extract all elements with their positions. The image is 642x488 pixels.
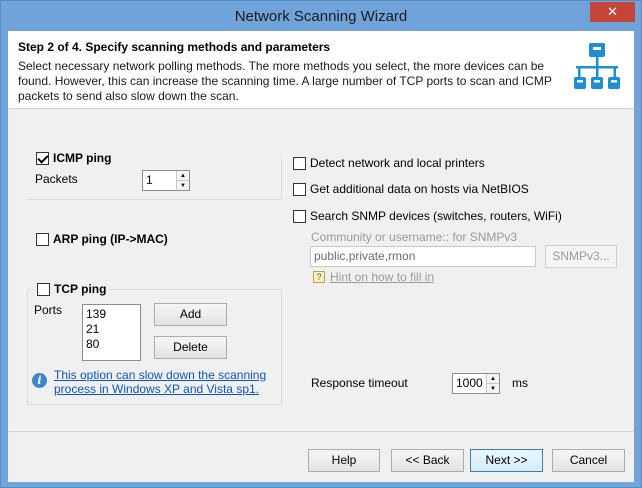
arp-ping-checkbox[interactable]: ARP ping (IP->MAC) [36, 232, 168, 246]
snmp-box[interactable] [293, 209, 306, 223]
snmp-checkbox[interactable]: Search SNMP devices (switches, routers, … [293, 209, 562, 223]
tcp-ping-label: TCP ping [54, 282, 107, 296]
wizard-window: Network Scanning Wizard ✕ Step 2 of 4. S… [0, 0, 642, 488]
tcp-ping-checkbox[interactable]: TCP ping [34, 282, 110, 296]
hint-icon: ? [313, 271, 325, 283]
tcp-checkbox-box[interactable] [37, 282, 50, 296]
wizard-header: Step 2 of 4. Specify scanning methods an… [8, 31, 634, 109]
community-label: Community or username:: for SNMPv3 [311, 230, 518, 244]
hint-link[interactable]: Hint on how to fill in [330, 270, 434, 284]
packets-label: Packets [35, 172, 78, 186]
timeout-spinner[interactable]: 1000 ▲ ▼ [452, 373, 500, 394]
netbios-label: Get additional data on hosts via NetBIOS [310, 182, 529, 196]
add-port-button[interactable]: Add [154, 303, 227, 326]
spin-up-icon[interactable]: ▲ [177, 171, 189, 180]
wizard-footer: Help << Back Next >> Cancel [8, 431, 634, 482]
wizard-client-area: Step 2 of 4. Specify scanning methods an… [8, 31, 634, 482]
timeout-unit: ms [512, 376, 528, 390]
packets-value[interactable]: 1 [143, 171, 176, 190]
port-item[interactable]: 21 [86, 322, 137, 337]
close-button[interactable]: ✕ [590, 2, 635, 22]
icmp-ping-label: ICMP ping [53, 151, 112, 165]
scan-warning-link[interactable]: This option can slow down the scanning p… [54, 368, 274, 396]
community-input[interactable]: public,private,rmon [310, 246, 536, 267]
next-button[interactable]: Next >> [470, 449, 543, 472]
detect-printers-box[interactable] [293, 156, 306, 170]
step-title: Step 2 of 4. Specify scanning methods an… [18, 40, 331, 54]
netbios-checkbox[interactable]: Get additional data on hosts via NetBIOS [293, 182, 529, 196]
window-title: Network Scanning Wizard [234, 8, 408, 25]
response-timeout-label: Response timeout [311, 376, 408, 390]
cancel-button[interactable]: Cancel [552, 449, 625, 472]
timeout-value[interactable]: 1000 [453, 374, 486, 393]
title-bar[interactable]: Network Scanning Wizard ✕ [1, 1, 641, 31]
ports-listbox[interactable]: 139 21 80 [82, 304, 141, 361]
detect-printers-checkbox[interactable]: Detect network and local printers [293, 156, 485, 170]
port-item[interactable]: 80 [86, 337, 137, 352]
netbios-box[interactable] [293, 182, 306, 196]
spin-down-icon[interactable]: ▼ [487, 383, 499, 393]
snmpv3-button[interactable]: SNMPv3... [545, 245, 617, 268]
detect-printers-label: Detect network and local printers [310, 156, 485, 170]
packets-spinner[interactable]: 1 ▲ ▼ [142, 170, 190, 191]
network-topology-icon [574, 43, 620, 89]
icmp-checkbox-box[interactable] [36, 151, 49, 165]
step-description: Select necessary network polling methods… [18, 59, 552, 103]
info-icon: i [32, 373, 47, 388]
help-button[interactable]: Help [308, 449, 380, 472]
port-item[interactable]: 139 [86, 307, 137, 322]
spin-down-icon[interactable]: ▼ [177, 180, 189, 190]
spin-up-icon[interactable]: ▲ [487, 374, 499, 383]
snmp-label: Search SNMP devices (switches, routers, … [310, 209, 562, 223]
icmp-ping-checkbox[interactable]: ICMP ping [36, 151, 111, 165]
back-button[interactable]: << Back [391, 449, 464, 472]
arp-checkbox-box[interactable] [36, 232, 49, 246]
ports-label: Ports [34, 303, 63, 317]
delete-port-button[interactable]: Delete [154, 336, 227, 359]
arp-ping-label: ARP ping (IP->MAC) [53, 232, 168, 246]
